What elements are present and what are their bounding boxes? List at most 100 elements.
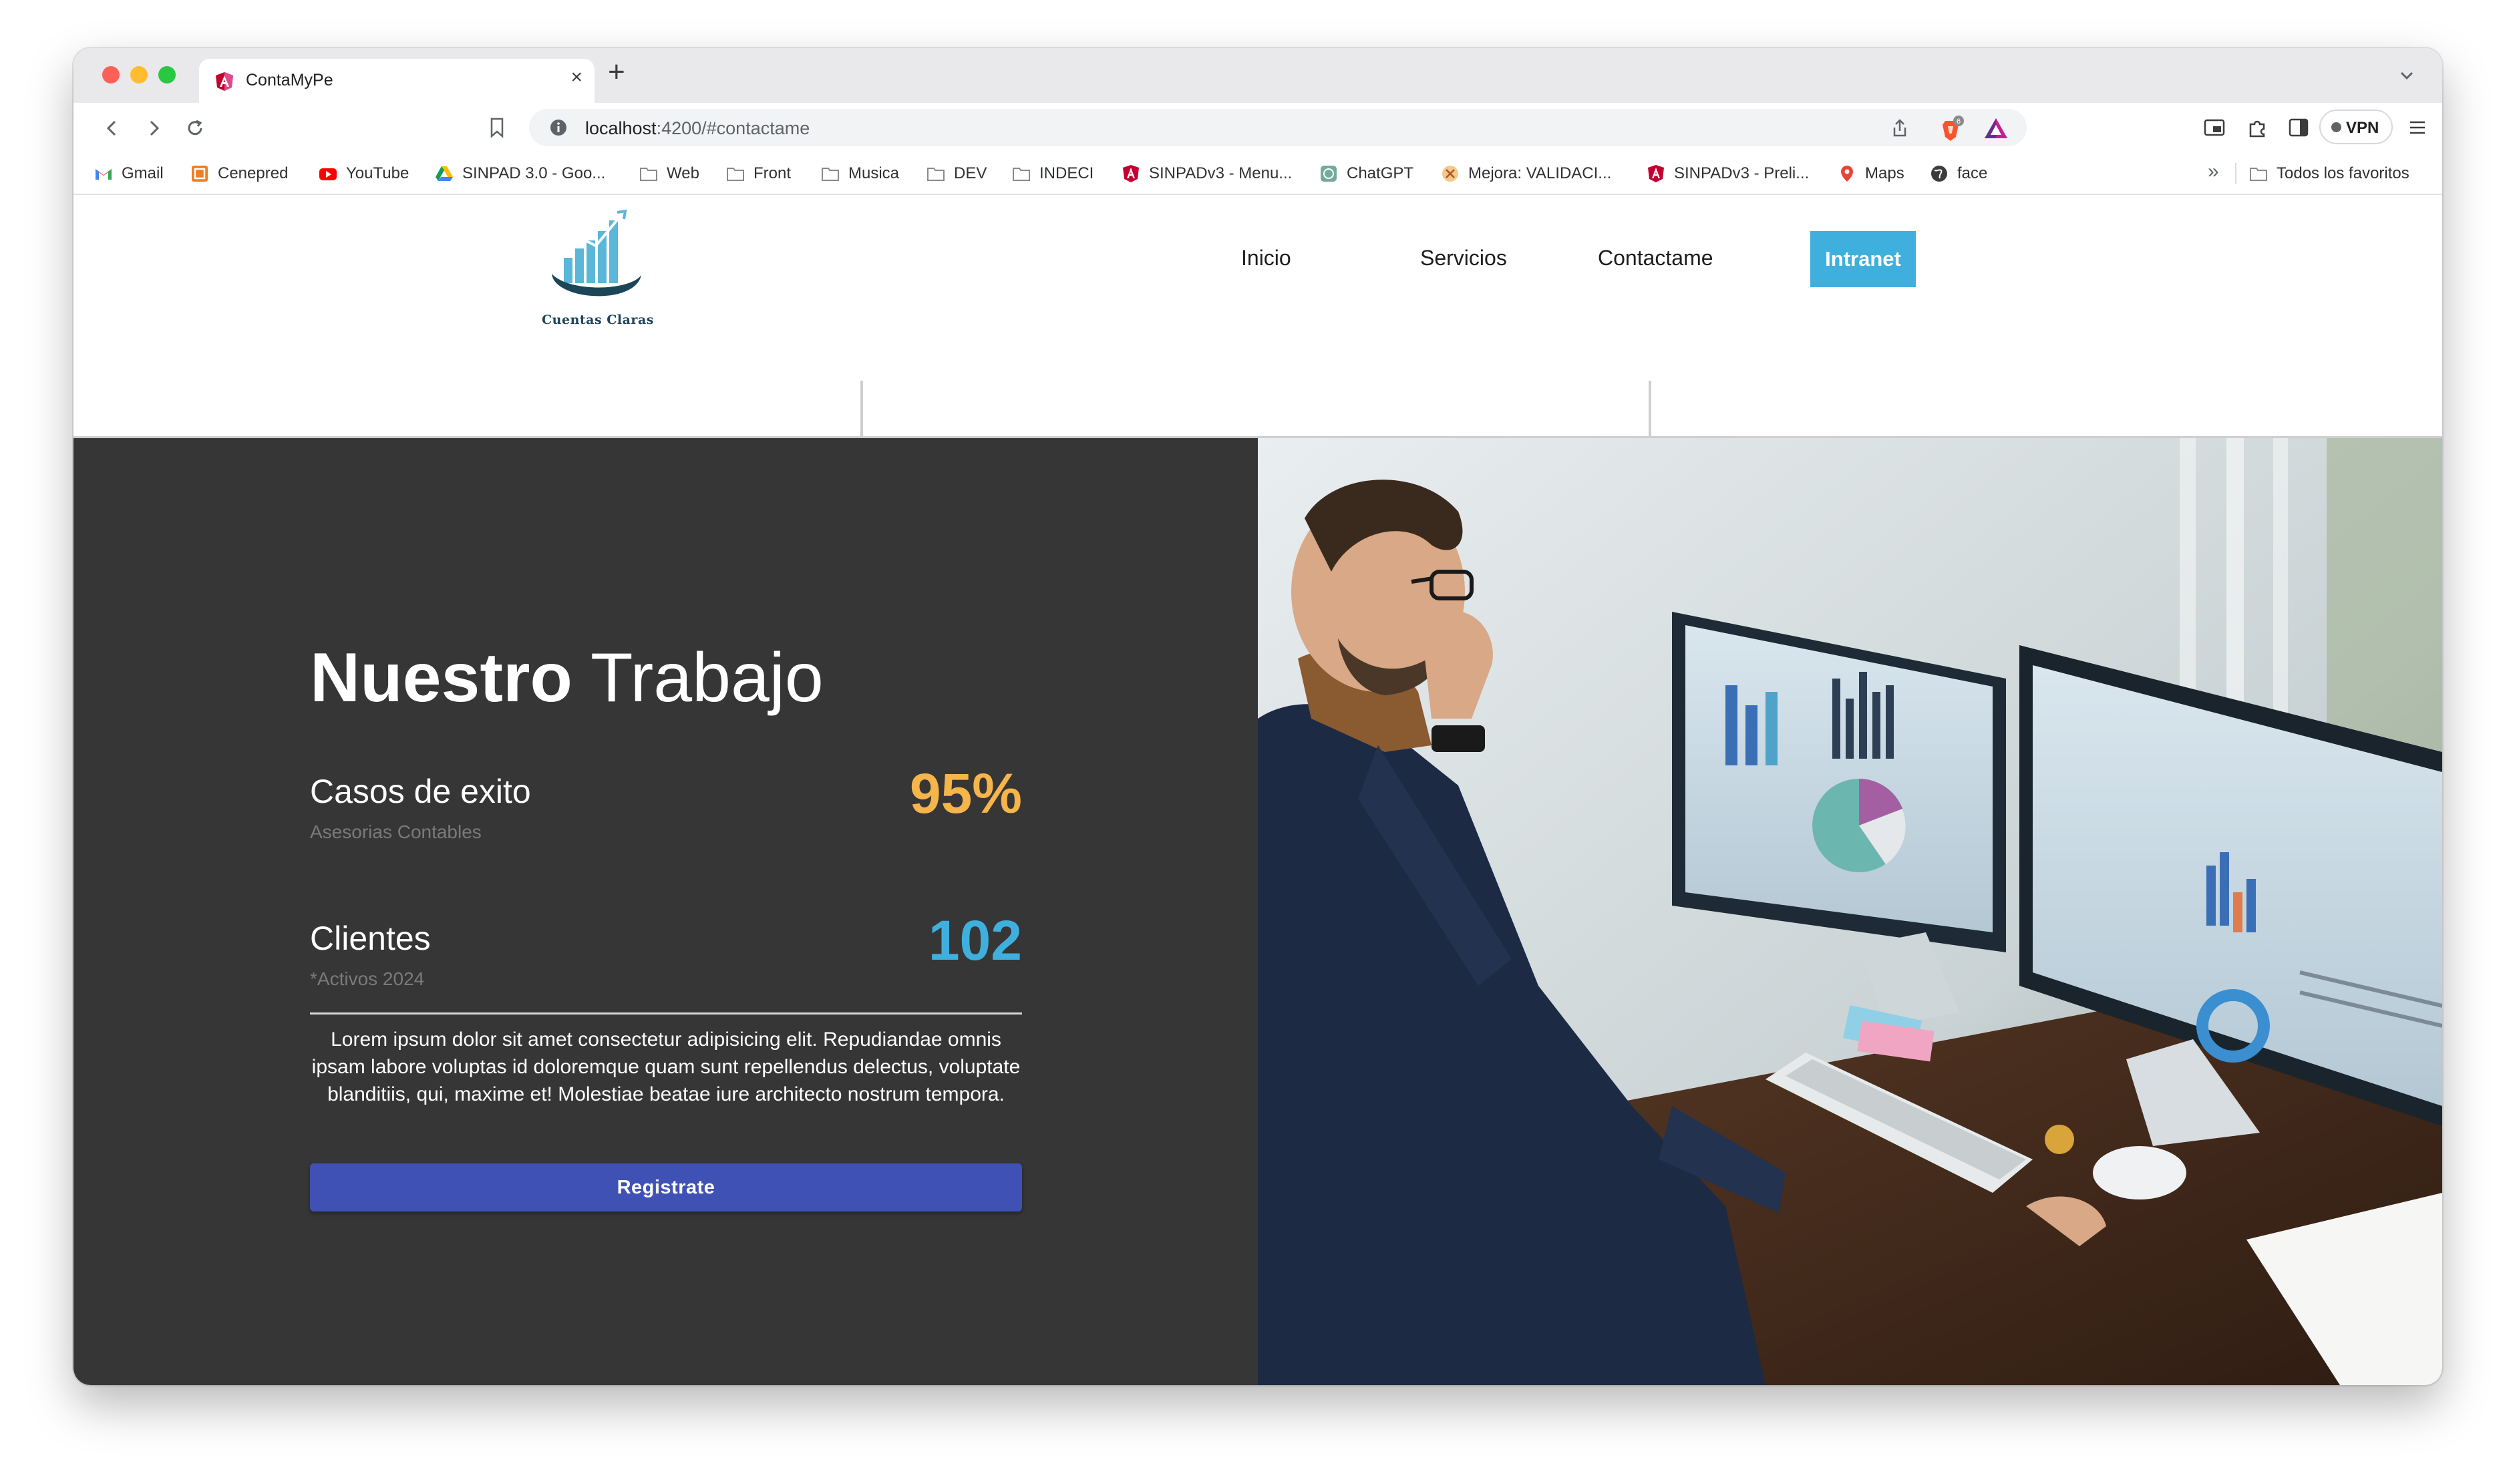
- all-favorites-folder[interactable]: Todos los favoritos: [2248, 162, 2409, 186]
- close-window-button[interactable]: [102, 66, 120, 83]
- gmail-icon: [96, 169, 112, 180]
- nav-inicio[interactable]: Inicio: [1241, 246, 1291, 270]
- bookmark-item[interactable]: SINPADv3 - Preli...: [1646, 162, 1809, 186]
- stat-value-container: 95%: [310, 761, 1022, 825]
- back-arrow-icon[interactable]: [100, 116, 124, 140]
- folder-icon: [927, 168, 945, 181]
- more-bookmarks-chevron[interactable]: »: [2208, 160, 2219, 183]
- stat-value-container: 102: [310, 908, 1022, 972]
- divider-line: [310, 1012, 1022, 1014]
- vpn-status-icon: [2331, 122, 2341, 132]
- bookmark-item[interactable]: Maps: [1837, 162, 1904, 186]
- folder-icon: [822, 168, 839, 181]
- bookmark-label: Cenepred: [218, 164, 289, 182]
- address-bar[interactable]: localhost:4200/#contactame 6: [529, 109, 2027, 146]
- bookmarks-separator: [2235, 163, 2236, 184]
- angular-icon: [1123, 165, 1139, 182]
- web-page: Cuentas Claras Inicio Servicios Contacta…: [73, 195, 2442, 1385]
- bookmark-item[interactable]: ChatGPT: [1319, 162, 1413, 186]
- share-icon[interactable]: [1890, 118, 1909, 138]
- url-text: localhost:4200/#contactame: [585, 118, 810, 139]
- vpn-label: VPN: [2346, 119, 2379, 137]
- youtube-icon: [319, 168, 337, 180]
- bookmark-label: Maps: [1865, 164, 1904, 182]
- folder-icon: [2250, 168, 2267, 181]
- bookmark-item[interactable]: face: [1929, 162, 1987, 186]
- bookmark-item[interactable]: Web: [639, 162, 699, 186]
- hero-photo: [1258, 438, 2442, 1385]
- angular-icon: [1648, 165, 1664, 182]
- extensions-puzzle-icon[interactable]: [2244, 115, 2270, 140]
- new-tab-button[interactable]: +: [608, 57, 625, 87]
- stats-panel: Nuestro Trabajo Casos de exito Asesorias…: [73, 438, 1258, 1385]
- mejora-icon: [1442, 166, 1458, 182]
- globe-icon: [1931, 166, 1947, 182]
- hero-section: Nuestro Trabajo Casos de exito Asesorias…: [73, 438, 2442, 1385]
- intranet-button[interactable]: Intranet: [1810, 231, 1916, 287]
- folder-icon: [1013, 168, 1030, 181]
- close-tab-icon[interactable]: ×: [570, 67, 582, 87]
- stat-sublabel: *Activos 2024: [310, 968, 425, 989]
- bookmark-item[interactable]: DEV: [926, 162, 987, 186]
- browser-window: ContaMyPe × + localhost:4200/#contactame…: [73, 48, 2442, 1385]
- reload-icon[interactable]: [183, 116, 207, 140]
- nav-servicios[interactable]: Servicios: [1420, 246, 1507, 270]
- tab-title: ContaMyPe: [246, 71, 333, 89]
- bookmark-label: Front: [753, 164, 792, 182]
- chatgpt-icon: [1321, 166, 1337, 182]
- bookmark-label: YouTube: [346, 164, 409, 182]
- brave-badge-count: 6: [1957, 118, 1961, 126]
- bookmark-label: Gmail: [122, 164, 164, 182]
- stat-value: 95%: [909, 762, 1022, 825]
- folder-icon: [727, 168, 744, 181]
- bookmark-label: INDECI: [1039, 164, 1094, 182]
- picture-in-picture-icon[interactable]: [2202, 115, 2227, 140]
- browser-tab-active[interactable]: ContaMyPe ×: [199, 59, 595, 103]
- bookmark-item[interactable]: SINPAD 3.0 - Goo...: [434, 162, 605, 186]
- bookmark-label: SINPADv3 - Menu...: [1149, 164, 1293, 182]
- angular-favicon-icon: [216, 72, 233, 91]
- nav-contactame[interactable]: Contactame: [1598, 246, 1713, 270]
- google-drive-icon: [436, 166, 453, 181]
- url-path: :4200/#contactame: [656, 118, 810, 138]
- bookmark-item[interactable]: Musica: [820, 162, 899, 186]
- bookmark-label: ChatGPT: [1347, 164, 1414, 182]
- vpn-button[interactable]: VPN: [2319, 110, 2393, 144]
- forward-arrow-icon[interactable]: [142, 116, 166, 140]
- hero-title: Nuestro Trabajo: [310, 638, 824, 718]
- bookmark-item[interactable]: YouTube: [318, 162, 409, 186]
- stat-sublabel: Asesorias Contables: [310, 821, 482, 842]
- stat-value: 102: [928, 909, 1022, 972]
- url-host: localhost: [585, 118, 657, 138]
- bookmark-item[interactable]: Front: [725, 162, 791, 186]
- chevron-down-icon[interactable]: [2397, 65, 2417, 85]
- bookmark-label: face: [1957, 164, 1988, 182]
- bookmark-label: DEV: [954, 164, 987, 182]
- bookmark-item[interactable]: SINPADv3 - Menu...: [1121, 162, 1292, 186]
- man-at-computer-image: [1258, 438, 2442, 1385]
- bookmark-item[interactable]: Gmail: [94, 162, 164, 186]
- bookmark-icon[interactable]: [486, 116, 508, 139]
- brave-rewards-icon[interactable]: [1983, 116, 2009, 141]
- stat-label: Casos de exito: [310, 773, 531, 810]
- maps-pin-icon: [1841, 166, 1853, 182]
- bookmark-label: SINPAD 3.0 - Goo...: [462, 164, 606, 182]
- sidebar-toggle-icon[interactable]: [2286, 115, 2311, 140]
- bookmark-label: Mejora: VALIDACI...: [1468, 164, 1612, 182]
- hero-title-light: Trabajo: [590, 639, 824, 717]
- brave-shields-icon[interactable]: 6: [1936, 114, 1965, 144]
- bookmark-label: Web: [667, 164, 699, 182]
- bookmark-item[interactable]: Mejora: VALIDACI...: [1440, 162, 1611, 186]
- hero-title-bold: Nuestro: [310, 639, 572, 717]
- logo-text: Cuentas Claras: [542, 313, 654, 327]
- minimize-window-button[interactable]: [130, 66, 148, 83]
- bookmarks-bar: Gmail Cenepred YouTube SINPAD 3.0 - Goo.…: [73, 152, 2442, 195]
- tab-strip: ContaMyPe × +: [73, 48, 2442, 103]
- menu-icon[interactable]: [2405, 115, 2430, 140]
- site-info-icon[interactable]: [549, 118, 568, 137]
- bookmark-item[interactable]: Cenepred: [190, 162, 288, 186]
- bookmark-item[interactable]: INDECI: [1011, 162, 1094, 186]
- site-logo[interactable]: Cuentas Claras: [541, 200, 655, 327]
- zoom-window-button[interactable]: [158, 66, 176, 83]
- register-button[interactable]: Registrate: [310, 1163, 1022, 1212]
